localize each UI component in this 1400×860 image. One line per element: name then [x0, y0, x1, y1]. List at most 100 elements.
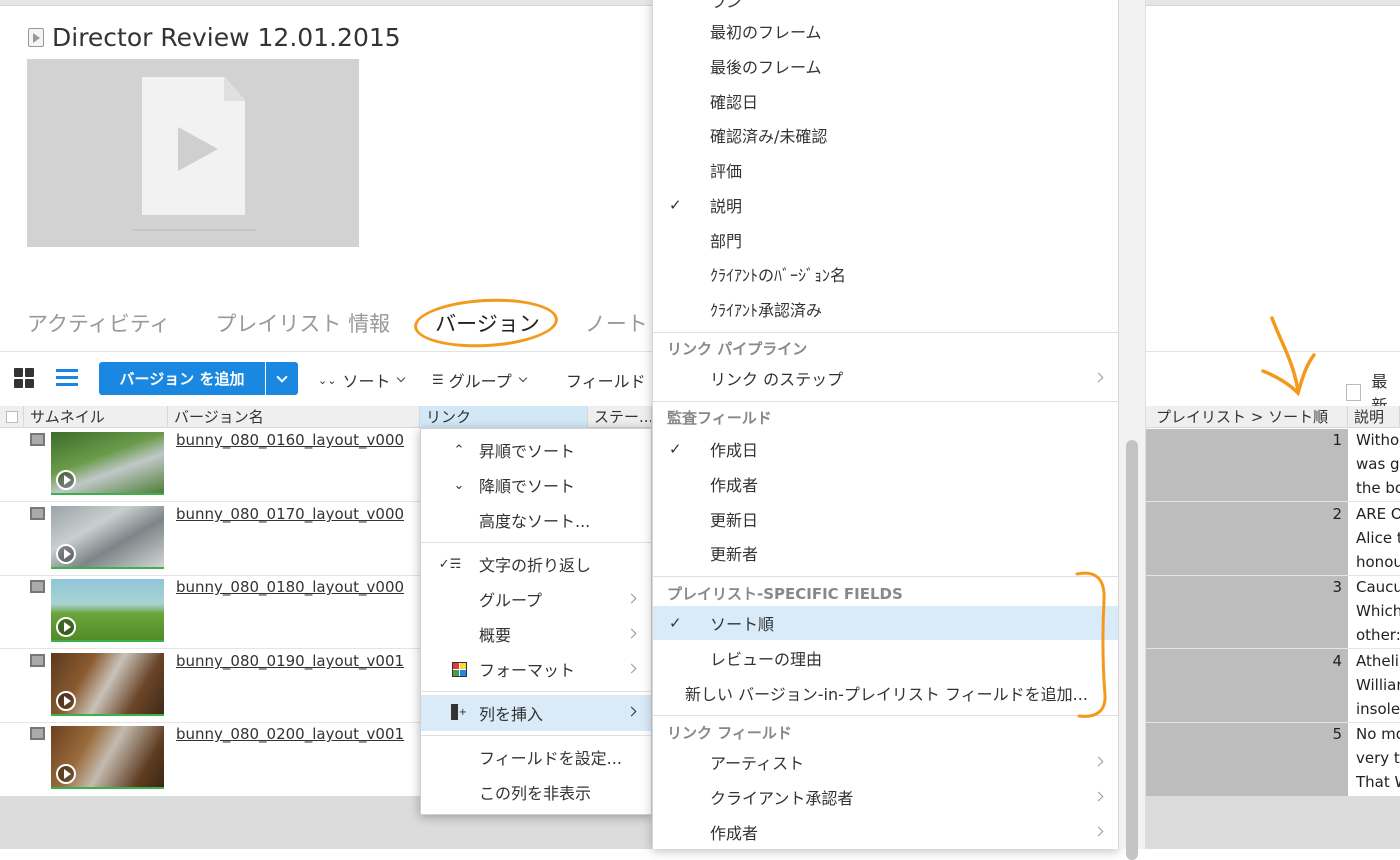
wrap-text-icon: ✓☴: [438, 556, 462, 572]
version-thumbnail[interactable]: [51, 726, 164, 789]
version-name-link[interactable]: bunny_080_0180_layout_v000: [176, 578, 404, 596]
title-row: Director Review 12.01.2015: [28, 20, 401, 54]
sort-menu[interactable]: ⌄⌄ ソート: [318, 368, 406, 392]
progress-bar: [51, 567, 164, 569]
column-link[interactable]: リンク: [420, 406, 588, 428]
version-thumbnail[interactable]: [51, 432, 164, 495]
field-item[interactable]: 部門: [653, 223, 1118, 257]
field-item[interactable]: リンク のステップ: [653, 361, 1118, 395]
tab-playlist-info[interactable]: プレイリスト 情報: [215, 308, 390, 338]
field-item[interactable]: 評価: [653, 153, 1118, 187]
play-icon[interactable]: [56, 691, 76, 711]
menu-wrap-text[interactable]: ✓☴ 文字の折り返し: [421, 547, 651, 581]
column-description[interactable]: 説明: [1348, 406, 1400, 428]
play-icon[interactable]: [56, 617, 76, 637]
add-playlist-field[interactable]: 新しい バージョン-in-プレイリスト フィールドを追加...: [653, 676, 1118, 710]
version-thumbnail[interactable]: [51, 506, 164, 569]
section-header: 監査フィールド: [667, 409, 772, 427]
menu-group[interactable]: グループ: [421, 582, 651, 616]
field-item[interactable]: ✓ 説明: [653, 188, 1118, 222]
chevron-down-icon: [276, 370, 288, 383]
column-context-menu: ⌃ 昇順でソート ⌄ 降順でソート 高度なソート... ✓☴ 文字の折り返し グループ…: [420, 428, 652, 815]
field-item[interactable]: レビューの理由: [653, 641, 1118, 675]
checkmark-icon: ✓: [669, 440, 682, 458]
progress-bar: [51, 640, 164, 642]
menu-separator: [653, 332, 1118, 333]
sort-order-value: 4: [1332, 652, 1342, 670]
field-item[interactable]: 確認日: [653, 84, 1118, 118]
field-item[interactable]: 最初のフレーム: [653, 14, 1118, 48]
play-icon[interactable]: [56, 470, 76, 490]
group-menu[interactable]: ☰ グループ: [432, 368, 527, 392]
fields-menu[interactable]: フィールド: [566, 368, 646, 392]
annotation-arrow: [1261, 316, 1316, 397]
fields-label: フィールド: [566, 372, 646, 391]
field-item[interactable]: 確認済み/未確認: [653, 118, 1118, 152]
column-status[interactable]: ステー...: [588, 406, 652, 428]
section-header: リンク フィールド: [667, 724, 792, 742]
column-thumbnail[interactable]: サムネイル: [24, 406, 168, 428]
chevron-right-icon: [1093, 826, 1104, 837]
chevron-down-icon: ⌄: [453, 477, 465, 493]
menu-sort-ascending[interactable]: ⌃ 昇順でソート: [421, 433, 651, 467]
version-name-link[interactable]: bunny_080_0190_layout_v001: [176, 652, 404, 670]
version-type-icon: [30, 727, 45, 740]
progress-bar: [51, 714, 164, 716]
version-name-link[interactable]: bunny_080_0200_layout_v001: [176, 725, 404, 743]
field-item[interactable]: 更新日: [653, 502, 1118, 536]
field-item[interactable]: アーティスト: [653, 745, 1118, 779]
field-item[interactable]: 作成者: [653, 467, 1118, 501]
version-type-icon: [30, 654, 45, 667]
thumbnail-shadow: [132, 229, 256, 231]
field-item[interactable]: クライアント承認者: [653, 780, 1118, 814]
version-thumbnail[interactable]: [51, 579, 164, 642]
field-item[interactable]: 作成者: [653, 815, 1118, 849]
group-label: グループ: [448, 372, 512, 391]
description-cell: ARE O Alice t honou: [1356, 505, 1400, 571]
latest-checkbox[interactable]: [1346, 383, 1362, 401]
menu-sort-descending[interactable]: ⌄ 降順でソート: [421, 468, 651, 502]
field-item[interactable]: ｸﾗｲｱﾝﾄ承認済み: [653, 292, 1118, 326]
version-name-link[interactable]: bunny_080_0160_layout_v000: [176, 431, 404, 449]
menu-format[interactable]: フォーマット: [421, 652, 651, 686]
play-icon[interactable]: [56, 764, 76, 784]
chevron-down-icon: [518, 373, 527, 383]
version-type-icon: [30, 580, 45, 593]
version-name-link[interactable]: bunny_080_0170_layout_v000: [176, 505, 404, 523]
menu-scrollbar-thumb[interactable]: [1126, 440, 1138, 860]
chevron-right-icon: [626, 663, 637, 674]
version-thumbnail[interactable]: [51, 653, 164, 716]
field-item-sort-order[interactable]: ✓ ソート順: [653, 606, 1118, 640]
section-header: リンク パイプライン: [667, 340, 808, 358]
field-item[interactable]: ✓ 作成日: [653, 432, 1118, 466]
column-version-name[interactable]: バージョン名: [168, 406, 420, 428]
menu-insert-column[interactable]: + 列を挿入: [421, 695, 651, 731]
section-header: プレイリスト-SPECIFIC FIELDS: [667, 585, 903, 603]
chevron-down-icon: [397, 373, 406, 383]
play-icon[interactable]: [56, 544, 76, 564]
description-cell: No movery tThat W: [1356, 725, 1400, 791]
menu-advanced-sort[interactable]: 高度なソート...: [421, 503, 651, 537]
menu-separator: [421, 735, 651, 736]
progress-bar: [51, 787, 164, 789]
add-version-dropdown[interactable]: [266, 362, 298, 395]
menu-separator: [421, 542, 651, 543]
field-item[interactable]: 更新者: [653, 536, 1118, 570]
list-view-icon[interactable]: [56, 368, 78, 388]
grid-view-icon[interactable]: [14, 368, 34, 388]
add-version-button[interactable]: バージョン を追加: [99, 362, 265, 395]
playlist-file-icon: [28, 27, 44, 47]
field-item[interactable]: 最後のフレーム: [653, 49, 1118, 83]
tab-notes[interactable]: ノート: [585, 308, 648, 338]
field-item[interactable]: ｸﾗｲｱﾝﾄのﾊﾞｰｼﾞｮﾝ名: [653, 257, 1118, 291]
menu-hide-column[interactable]: この列を非表示: [421, 775, 651, 809]
select-all-checkbox[interactable]: [0, 406, 24, 428]
column-sort-order[interactable]: プレイリスト > ソート順: [1146, 406, 1348, 428]
description-cell: Witho was g the bo: [1356, 431, 1400, 497]
tab-activity[interactable]: アクティビティ: [27, 308, 170, 338]
menu-summary[interactable]: 概要: [421, 617, 651, 651]
menu-separator: [653, 401, 1118, 402]
playlist-thumbnail[interactable]: [27, 59, 359, 247]
description-cell: Caucu Which other:: [1356, 578, 1400, 644]
menu-configure-field[interactable]: フィールドを設定...: [421, 740, 651, 774]
